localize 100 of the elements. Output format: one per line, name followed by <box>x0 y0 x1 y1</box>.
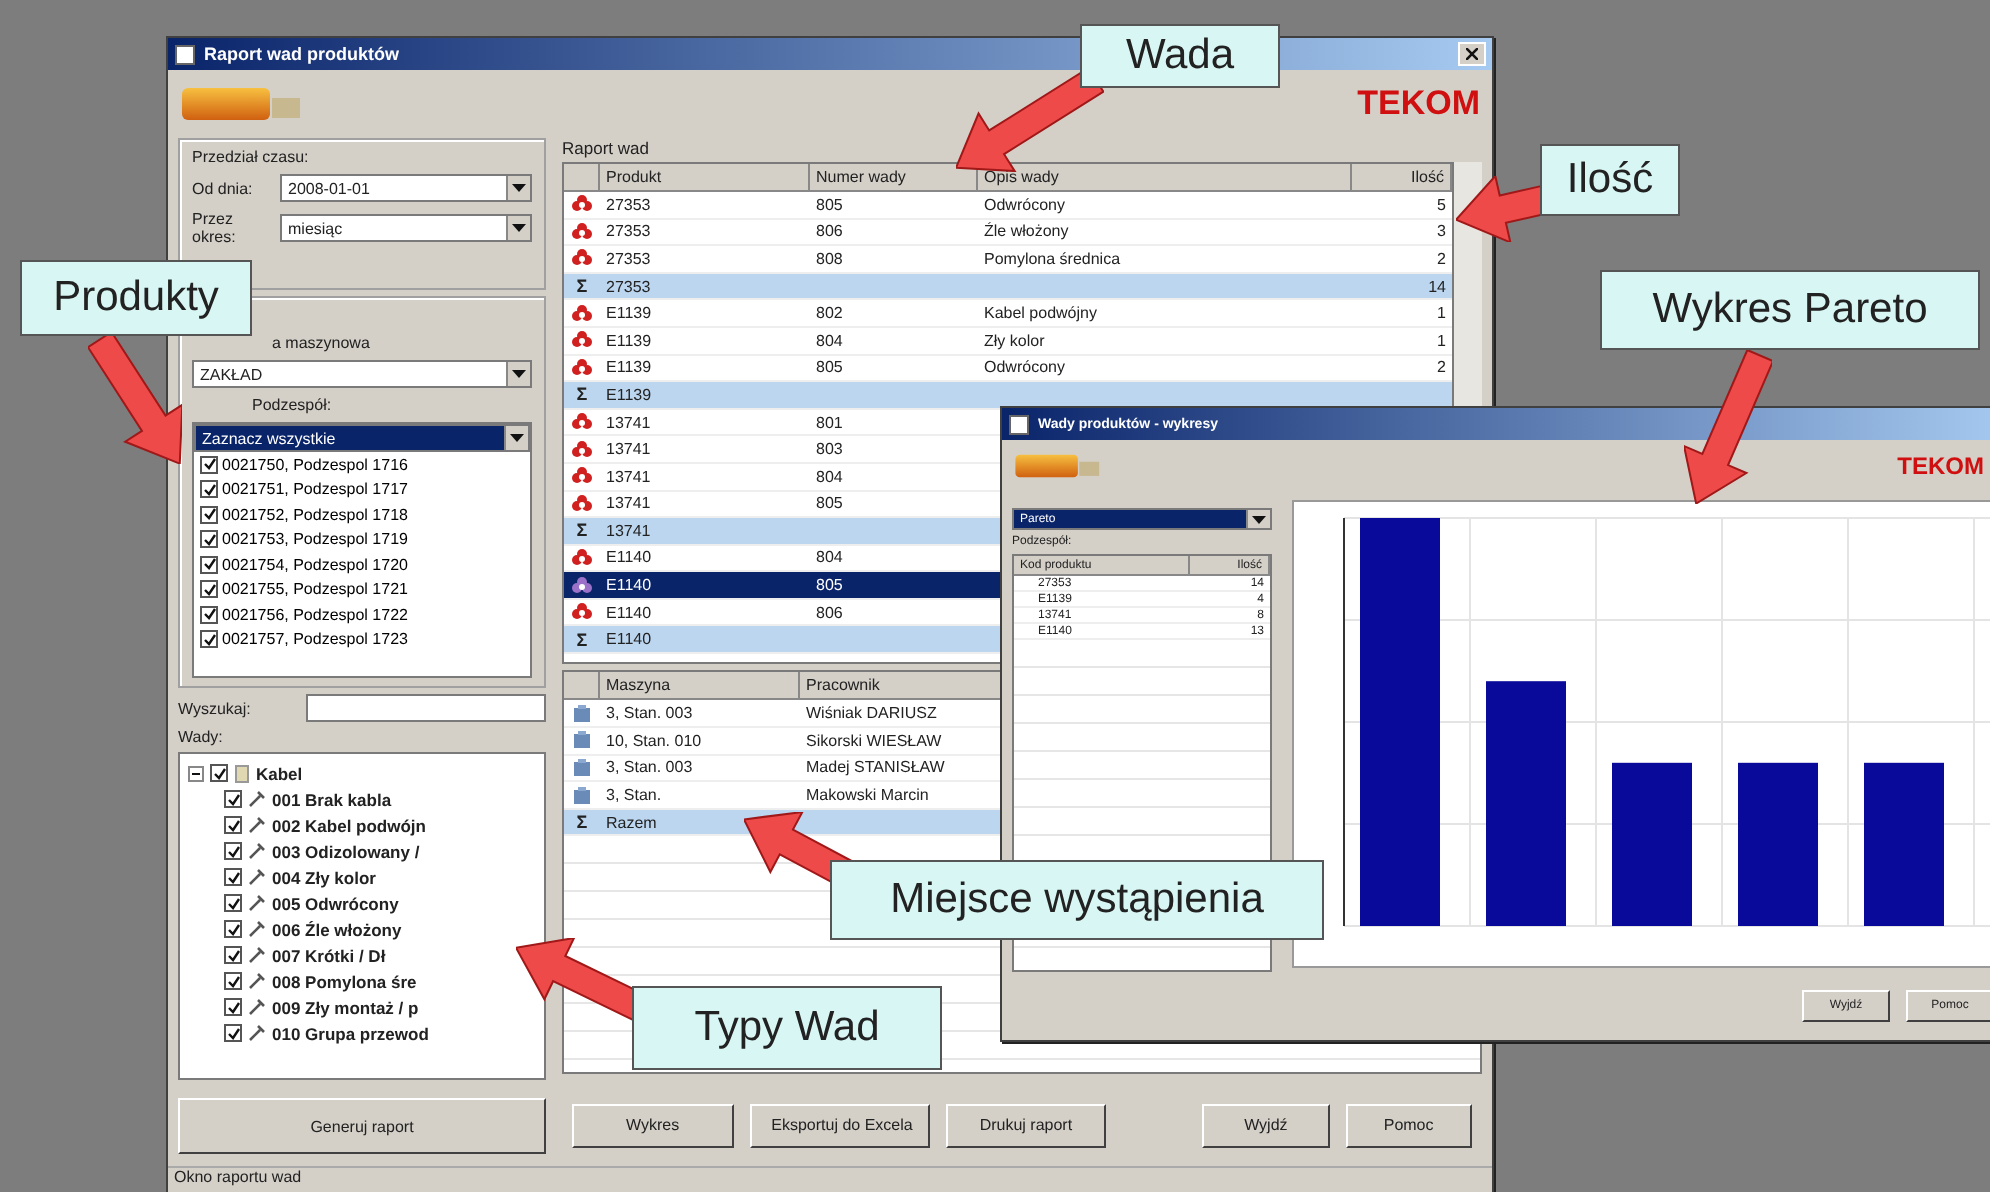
table-cell-text: 3, Stan. 003 <box>604 702 695 727</box>
checkbox[interactable] <box>224 998 242 1016</box>
tree-item[interactable]: 009 Zły montaż / p <box>272 997 419 1017</box>
flower-icon <box>572 357 592 378</box>
table-row[interactable]: 27353 805 Odwrócony 5 <box>564 191 1452 220</box>
list-item[interactable]: 0021756, Podzespol 1722 <box>222 605 408 624</box>
table-cell-text: 10, Stan. 010 <box>604 729 704 754</box>
app-icon <box>174 43 196 65</box>
table-row[interactable]: 27353 806 Źle włożony 3 <box>564 219 1452 247</box>
select-all-item[interactable]: Zaznacz wszystkie <box>194 424 530 452</box>
table-cell-text: E1139 <box>604 356 654 381</box>
toolbar-button[interactable]: Wyjdź <box>1202 1103 1330 1148</box>
checkbox[interactable] <box>200 630 218 649</box>
checkbox[interactable] <box>224 972 242 990</box>
toolbar-button[interactable]: Eksportuj do Excela <box>749 1103 930 1148</box>
toolbar-button[interactable]: Wykres <box>572 1103 734 1148</box>
table-cell-text: 805 <box>814 492 845 517</box>
list-item[interactable]: 0021751, Podzespol 1717 <box>222 480 408 499</box>
period-dropdown[interactable]: miesiąc <box>280 214 532 242</box>
table-cell-text: E1139 <box>604 302 654 326</box>
checkbox[interactable] <box>224 1024 242 1042</box>
table-cell-text: 2 <box>1435 356 1448 381</box>
generate-button[interactable]: Generuj raport <box>178 1098 546 1154</box>
tree-item[interactable]: 002 Kabel podwójn <box>272 815 426 835</box>
table-row[interactable]: E1139 805 Odwrócony 2 <box>564 355 1452 383</box>
table-row[interactable]: E1139 802 Kabel podwójny 1 <box>564 300 1452 328</box>
list-item[interactable]: 0021750, Podzespol 1716 <box>222 455 408 474</box>
table-cell-text: E1140 <box>604 601 654 625</box>
machine-icon <box>572 757 592 778</box>
tree-item[interactable]: 007 Krótki / Dł <box>272 945 386 965</box>
tree-item[interactable]: 005 Odwrócony <box>272 893 399 913</box>
checkbox[interactable] <box>224 920 242 938</box>
tree-item[interactable]: Kabel <box>256 763 303 783</box>
search-field[interactable] <box>306 694 546 722</box>
field-label: Przez okres: <box>192 210 238 246</box>
logo-icon <box>180 82 304 126</box>
status-bar: Okno raportu wad <box>168 1166 1492 1192</box>
list-item[interactable]: 0021757, Podzespol 1723 <box>222 630 408 649</box>
arrow-icon <box>88 332 183 464</box>
table-row[interactable]: Σ 27353 14 <box>564 273 1452 301</box>
wrench-icon <box>248 998 266 1016</box>
list-item[interactable]: 0021755, Podzespol 1721 <box>222 580 408 599</box>
caret-icon <box>512 370 526 378</box>
tree-item[interactable]: 004 Zły kolor <box>272 867 376 887</box>
sum-symbol: Σ <box>576 276 588 297</box>
checkbox[interactable] <box>200 555 218 574</box>
table-cell-text: 27353 <box>604 193 653 218</box>
toolbar-button[interactable]: Pomoc <box>1345 1103 1472 1148</box>
checkbox[interactable] <box>224 842 242 860</box>
checkbox[interactable] <box>224 894 242 912</box>
checkbox[interactable] <box>200 455 218 474</box>
list-item[interactable]: 0021754, Podzespol 1720 <box>222 555 408 574</box>
table-cell-text: 27353 <box>604 247 653 272</box>
sum-symbol: Σ <box>576 384 588 405</box>
tree-item[interactable]: 008 Pomylona śre <box>272 971 417 991</box>
machine-icon <box>572 730 592 751</box>
checkbox[interactable] <box>224 868 242 886</box>
folder-icon <box>234 763 250 783</box>
table-cell-text: 27353 <box>604 220 653 245</box>
checkbox[interactable] <box>200 530 218 549</box>
table-cell-text: Odwrócony <box>982 356 1067 381</box>
close-button[interactable] <box>1458 42 1486 66</box>
checkbox[interactable] <box>210 764 228 782</box>
checkbox[interactable] <box>224 816 242 834</box>
wrench-icon <box>248 790 266 808</box>
window-title: Raport wad produktów <box>204 44 399 64</box>
table-cell-text: 14 <box>1426 275 1448 299</box>
machine-icon <box>572 785 592 805</box>
toolbar-button[interactable]: Drukuj raport <box>945 1103 1107 1148</box>
tree-item[interactable]: 001 Brak kabla <box>272 789 392 809</box>
checkbox[interactable] <box>200 580 218 599</box>
list-item[interactable]: 0021753, Podzespol 1719 <box>222 530 408 549</box>
collapse-icon[interactable] <box>188 765 204 781</box>
table-cell-text: E1140 <box>604 574 654 598</box>
table-cell-text: 5 <box>1435 193 1448 218</box>
table-cell-text: 13741 <box>604 492 653 517</box>
table-cell-text: 3, Stan. <box>604 784 664 808</box>
table-row[interactable]: E1139 804 Zły kolor 1 <box>564 327 1452 356</box>
tree-item[interactable]: 003 Odizolowany / <box>272 841 420 861</box>
date-dropdown[interactable]: 2008-01-01 <box>280 174 532 202</box>
flower-icon <box>572 221 592 242</box>
list-item[interactable]: 0021752, Podzespol 1718 <box>222 505 408 524</box>
table-cell-text: 805 <box>814 574 845 598</box>
tree-item[interactable]: 010 Grupa przewod <box>272 1023 429 1043</box>
tree-item[interactable]: 006 Źle włożony <box>272 919 402 939</box>
checkbox[interactable] <box>224 790 242 808</box>
table-cell-text: 803 <box>814 438 845 462</box>
checkbox[interactable] <box>200 605 218 624</box>
checkbox[interactable] <box>200 505 218 524</box>
table-cell-text: 2 <box>1435 247 1448 272</box>
table-cell-text: 13741 <box>604 465 653 489</box>
table-row[interactable]: Σ E1139 <box>564 382 1452 410</box>
checkbox[interactable] <box>200 480 218 499</box>
table-cell-text: 13741 <box>604 438 653 462</box>
table-cell-text: 804 <box>814 465 845 489</box>
caret-icon <box>1252 515 1266 523</box>
checkbox[interactable] <box>224 946 242 964</box>
table-row[interactable]: 27353 808 Pomylona średnica 2 <box>564 246 1452 274</box>
arrow-icon <box>956 68 1104 172</box>
group-dropdown[interactable]: ZAKŁAD <box>192 360 532 388</box>
